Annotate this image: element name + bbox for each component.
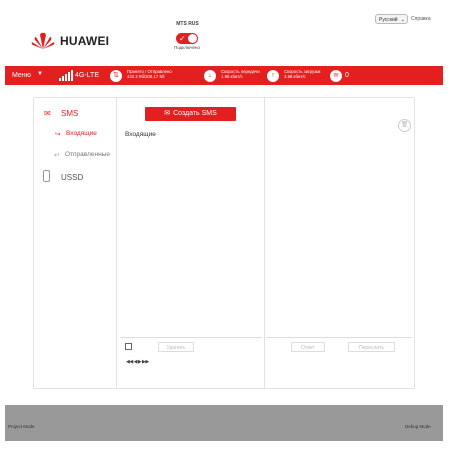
sidebar-item-ussd[interactable]: USSD [61, 173, 83, 182]
divider [266, 337, 412, 338]
traffic-value: 442.2 Кб/208.17 Кб [127, 74, 165, 79]
list-title: Входящие [125, 131, 156, 138]
create-sms-button[interactable]: ✉ Создать SMS [145, 107, 236, 121]
divider [120, 337, 262, 338]
upload-value: 3.68 кбит/с [284, 74, 306, 79]
trash-icon[interactable]: 🗑 [398, 119, 411, 132]
message-count[interactable]: 0 [345, 72, 349, 79]
select-all-checkbox[interactable] [125, 343, 132, 350]
chevron-down-icon: ⌄ [400, 17, 405, 23]
sent-arrow-icon: ↩ [54, 152, 60, 159]
sidebar-item-sent[interactable]: Отправленные [65, 151, 110, 158]
help-link[interactable]: Справка [411, 16, 431, 22]
debug-mode-link[interactable]: Debug Mode [405, 424, 431, 429]
upload-speed-icon: ↑ [267, 70, 279, 82]
divider [116, 98, 117, 388]
download-speed-icon: ↓ [204, 70, 216, 82]
sms-envelope-icon: ✉ [44, 109, 51, 118]
phone-icon [43, 170, 50, 182]
traffic-stat: Принято / Отправлено 442.2 Кб/208.17 Кб [127, 69, 187, 79]
divider [264, 98, 265, 388]
pagination[interactable]: ◀◀ ◀ ▶ ▶▶ [126, 359, 149, 365]
network-type: 4G-LTE [75, 72, 99, 79]
huawei-logo: HUAWEI [30, 28, 120, 54]
envelope-icon: ✉ [164, 110, 171, 117]
connection-toggle[interactable]: ✓ [176, 33, 198, 44]
sidebar-item-inbox[interactable]: Входящие [66, 130, 97, 137]
inbox-arrow-icon: ↪ [55, 131, 61, 138]
signal-strength-icon [59, 70, 73, 81]
toggle-knob [188, 34, 197, 43]
project-mode-link[interactable]: Project Mode [8, 424, 35, 429]
check-icon: ✓ [179, 34, 186, 43]
language-select[interactable]: Русский ⌄ [375, 14, 408, 24]
brand-name: HUAWEI [60, 34, 110, 48]
footer [5, 405, 443, 441]
reply-button[interactable]: Ответ [291, 342, 325, 352]
huawei-flower-icon [31, 32, 55, 49]
traffic-icon: ⇅ [110, 70, 122, 82]
connection-status: Подключено [173, 45, 201, 50]
menu-button[interactable]: Меню [12, 72, 31, 79]
caret-down-icon[interactable]: ▼ [37, 71, 43, 77]
create-sms-label: Создать SMS [173, 110, 217, 117]
envelope-icon[interactable]: ✉ [330, 70, 342, 82]
sidebar-item-sms[interactable]: SMS [61, 109, 78, 118]
carrier-name: MTS RUS [176, 21, 199, 27]
delete-button[interactable]: Удалить [158, 342, 194, 352]
download-stat: Скорость передачи 1.98 кбит/с [221, 69, 261, 79]
upload-stat: Скорость загрузки 3.68 кбит/с [284, 69, 324, 79]
download-value: 1.98 кбит/с [221, 74, 243, 79]
language-value: Русский [379, 17, 398, 23]
forward-button[interactable]: Переслать [348, 342, 395, 352]
